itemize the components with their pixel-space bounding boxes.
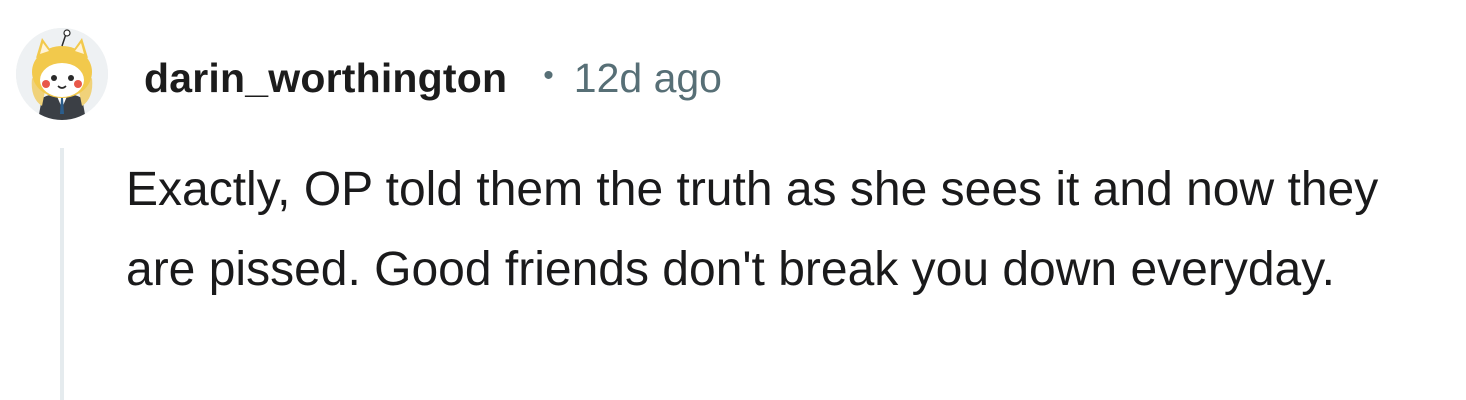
snoo-avatar-icon (16, 28, 108, 120)
user-avatar[interactable] (16, 28, 108, 120)
username-link[interactable]: darin_worthington (144, 55, 507, 102)
comment-timestamp[interactable]: 12d ago (574, 55, 722, 102)
comment-body: Exactly, OP told them the truth as she s… (126, 163, 1379, 296)
comment: darin_worthington • 12d ago Exactly, OP … (0, 0, 1466, 400)
comment-header: darin_worthington • 12d ago (144, 50, 722, 106)
meta-separator: • (543, 59, 554, 92)
thread-line[interactable] (60, 148, 64, 400)
